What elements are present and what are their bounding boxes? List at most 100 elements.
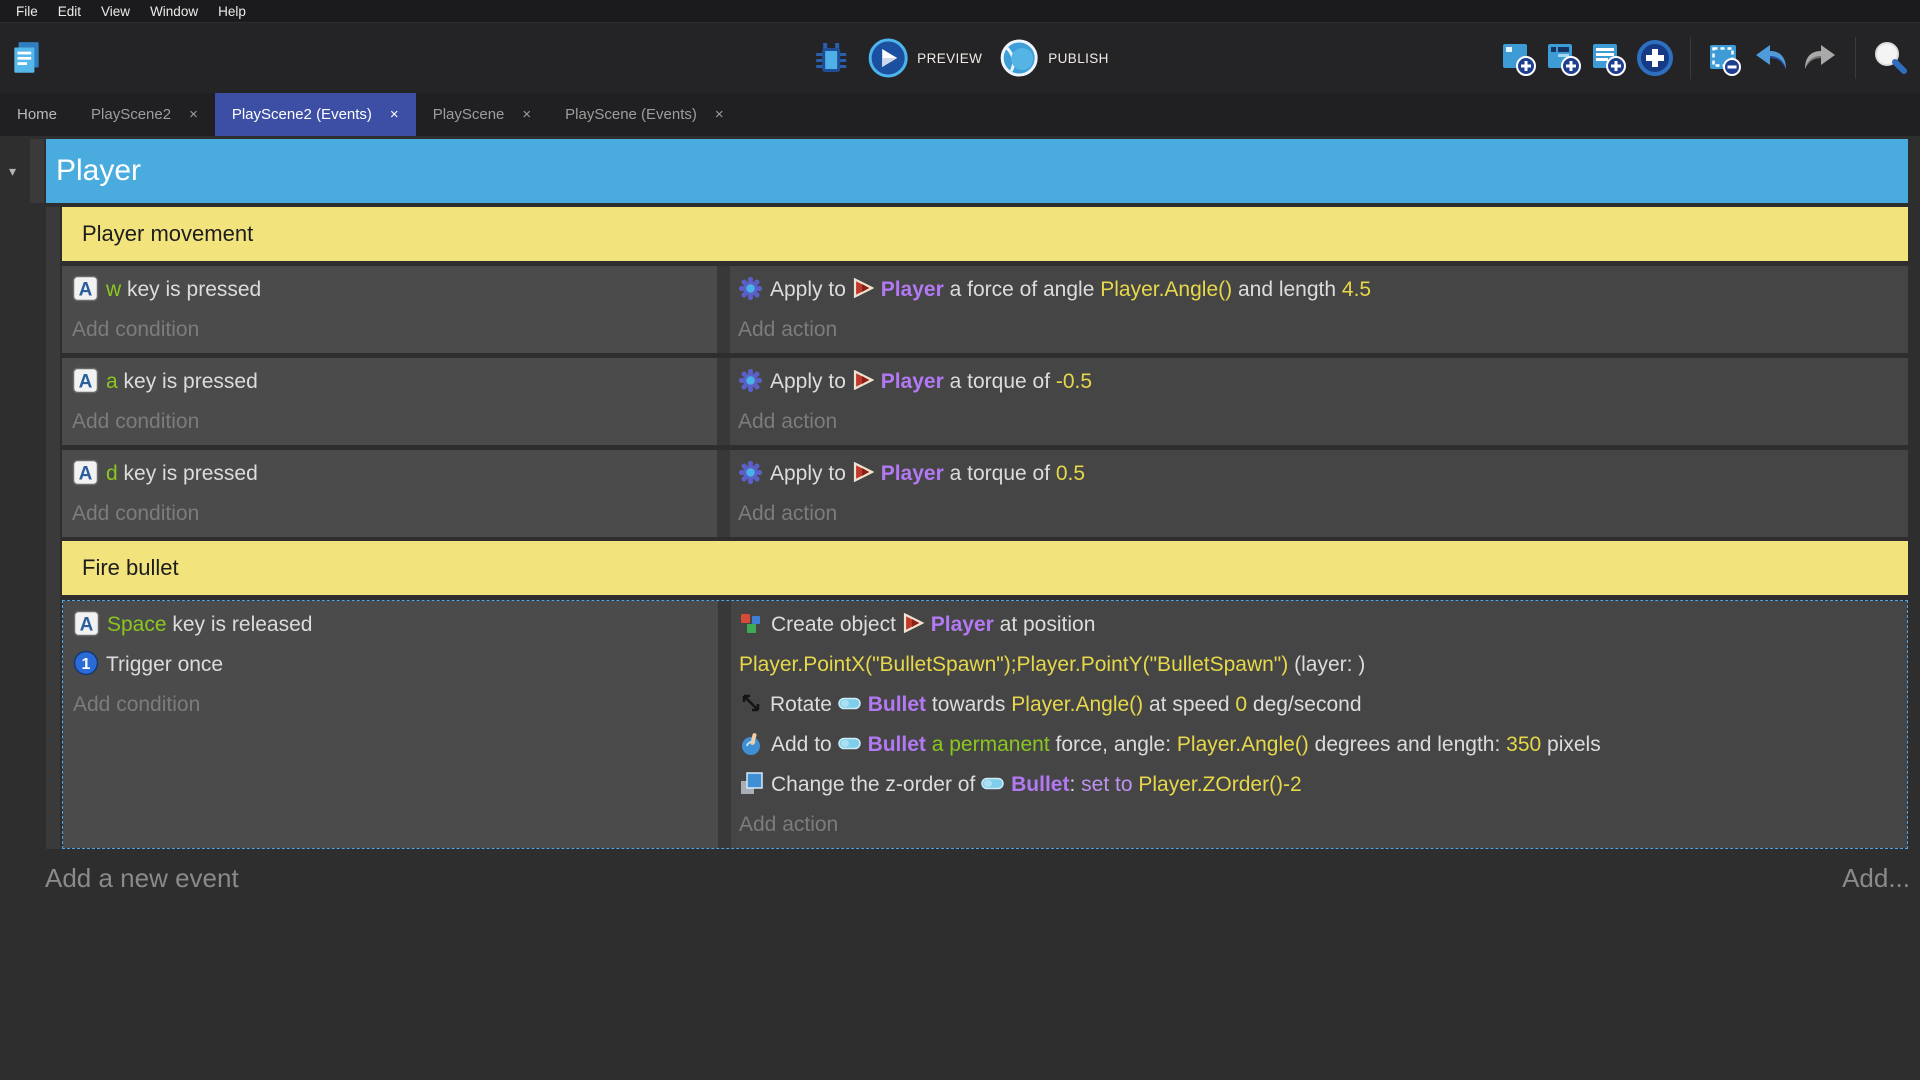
action-line[interactable]: Create object Player at position Player.… [739,605,1897,685]
menu-view[interactable]: View [91,1,140,22]
rotate-icon [739,691,763,715]
actions-column: Apply to Player a force of angle Player.… [730,266,1908,353]
text-segment: a torque of [943,462,1056,485]
action-line[interactable]: Rotate Bullet towards Player.Angle() at … [739,685,1897,725]
text-segment: Bullet [867,693,927,716]
tab-home[interactable]: Home [0,93,74,136]
debug-button[interactable] [811,38,851,78]
tab-label: Home [17,106,58,123]
search-button[interactable] [1870,38,1910,78]
add-condition-link[interactable]: Add condition [72,494,717,534]
menu-file[interactable]: File [6,1,48,22]
text-segment: at speed [1143,693,1236,716]
standard-event: Aw key is pressed Add condition Apply to P… [62,266,1908,353]
action-line[interactable]: Apply to Player a force of angle Player.… [738,270,1898,310]
event-group-header[interactable]: Player [46,139,1908,203]
svg-text:A: A [79,279,93,300]
tab-close-icon[interactable]: × [390,106,399,123]
toolbar-button-label: PUBLISH [1048,50,1109,66]
text-segment: d [106,462,118,485]
text-segment: Player [880,462,944,485]
create-object-icon [739,611,764,636]
svg-text:1: 1 [82,656,91,673]
toolbar-center: PREVIEW PUBLISH [811,37,1109,79]
text-segment: -0.5 [1055,370,1093,393]
add-subevent-button[interactable] [1544,39,1582,77]
condition-line[interactable]: A Space key is released [73,605,718,645]
add-comment-icon [1589,39,1627,77]
tab-close-icon[interactable]: × [715,106,724,123]
action-line[interactable]: Change the z-order of Bullet: set to Pla… [739,765,1897,805]
text-segment: Player [880,370,944,393]
conditions-column: Aw key is pressed Add condition [62,266,717,353]
text-segment: a [106,370,118,393]
physics-icon [738,460,763,485]
add-event-button[interactable] [1499,39,1537,77]
select-events-button[interactable] [1705,39,1743,77]
text-segment: a force of angle [943,278,1101,301]
text-segment: Apply to [770,462,852,485]
tab-close-icon[interactable]: × [189,106,198,123]
action-line[interactable]: Add to Bullet a permanent force, angle: … [739,725,1897,765]
tab-playscene2[interactable]: PlayScene2 × [74,93,215,136]
menu-edit[interactable]: Edit [48,1,91,22]
text-segment: 350 [1506,733,1542,756]
condition-line[interactable]: Ad key is pressed [72,454,717,494]
preview-icon [867,37,909,79]
add-condition-link[interactable]: Add condition [72,402,717,442]
add-subevent-icon [1544,39,1582,77]
undo-button[interactable] [1750,37,1792,79]
condition-line[interactable]: 1 Trigger once [73,645,718,685]
condition-line[interactable]: Aa key is pressed [72,362,717,402]
physics-icon [738,276,763,301]
player-object-icon [852,462,875,483]
column-divider [718,601,731,848]
add-condition-link[interactable]: Add condition [73,685,718,725]
bullet-object-icon [837,697,861,710]
redo-button[interactable] [1799,37,1841,79]
text-segment: Player.ZOrder()-2 [1138,773,1302,796]
action-line[interactable]: Apply to Player a torque of -0.5 [738,362,1898,402]
text-segment: (layer: ) [1288,653,1366,676]
tab-label: PlayScene2 (Events) [231,106,372,123]
tab-close-icon[interactable]: × [522,106,531,123]
comment-event[interactable]: Fire bullet [62,541,1908,595]
menu-help[interactable]: Help [208,1,256,22]
comment-event[interactable]: Player movement [62,207,1908,261]
toolbar-separator [1855,37,1856,79]
text-segment: degrees and length: [1308,733,1507,756]
menu-window[interactable]: Window [140,1,208,22]
action-line[interactable]: Apply to Player a torque of 0.5 [738,454,1898,494]
add-action-link[interactable]: Add action [738,402,1898,442]
text-segment: Player.Angle() [1100,278,1233,301]
add-comment-button[interactable] [1589,39,1627,77]
tab-playscene-events[interactable]: PlayScene (Events) × [548,93,741,136]
add-action-link[interactable]: Add action [738,494,1898,534]
group-indent-rail: Player [30,139,1908,203]
project-manager-button[interactable] [8,39,46,77]
collapse-arrow-icon[interactable]: ▾ [9,163,16,180]
standard-event: Ad key is pressed Add condition Apply to P… [62,450,1908,537]
publish-button[interactable]: PUBLISH [998,37,1109,79]
add-circle-button[interactable] [1634,37,1676,79]
add-more-button[interactable]: Add... [1842,863,1910,894]
preview-button[interactable]: PREVIEW [867,37,982,79]
condition-line[interactable]: Aw key is pressed [72,270,717,310]
add-action-link[interactable]: Add action [738,310,1898,350]
standard-event-selected: A Space key is released 1 Trigger once Add c… [62,600,1908,849]
add-new-event-button[interactable]: Add a new event [45,863,239,894]
actions-column: Apply to Player a torque of 0.5 Add actio… [730,450,1908,537]
svg-text:A: A [79,371,93,392]
toolbar: PREVIEW PUBLISH [0,22,1920,93]
text-segment: 4.5 [1341,278,1372,301]
add-condition-link[interactable]: Add condition [72,310,717,350]
text-segment: 0.5 [1055,462,1086,485]
events-footer: Add a new event Add... [45,863,1910,894]
text-segment: 0 [1235,693,1248,716]
bullet-object-icon [981,777,1004,790]
tab-playscene2-events[interactable]: PlayScene2 (Events) × [214,93,416,136]
text-segment: a torque of [943,370,1056,393]
tab-bar: Home PlayScene2 × PlayScene2 (Events) × PlayS… [0,93,1920,136]
add-action-link[interactable]: Add action [739,805,1897,845]
tab-playscene[interactable]: PlayScene × [416,93,548,136]
